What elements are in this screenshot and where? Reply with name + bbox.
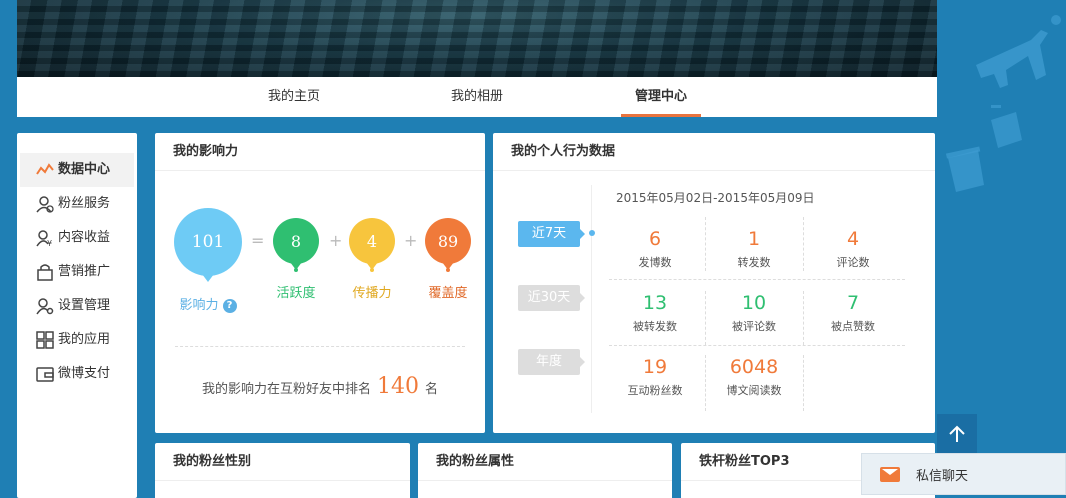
spread-label: 传播力: [352, 286, 392, 301]
sidebar-item-label: 营销推广: [58, 264, 111, 279]
sidebar-item-label: 我的应用: [58, 332, 111, 347]
fans-gender-title: 我的粉丝性别: [155, 443, 410, 481]
coverage-label: 覆盖度: [428, 286, 468, 301]
influence-rank: 我的影响力在互粉好友中排名 140 名: [155, 374, 485, 399]
tab-my-home[interactable]: 我的主页: [264, 77, 324, 117]
divider: [609, 345, 905, 346]
influence-coverage: 89 覆盖度: [425, 218, 471, 301]
period-30-days[interactable]: 近30天: [518, 285, 585, 311]
scroll-to-top-button[interactable]: [937, 414, 977, 454]
influence-total-value: 101: [174, 208, 242, 276]
help-icon[interactable]: ?: [222, 298, 237, 313]
date-range: 2015年05月02日-2015年05月09日: [616, 191, 815, 205]
sidebar-item-my-apps[interactable]: 我的应用: [20, 323, 134, 357]
behavior-panel: 我的个人行为数据 近7天 近30天 年度 2015年05月02日-2015年05…: [493, 133, 935, 433]
sidebar-item-label: 粉丝服务: [58, 196, 111, 211]
profile-nav-bar: 我的主页 我的相册 管理中心: [17, 77, 937, 117]
income-icon: ¥: [34, 227, 56, 249]
plus-sign: +: [329, 231, 343, 250]
private-chat-button[interactable]: 私信聊天: [861, 453, 1066, 495]
stat-liked: 7 被点赞数: [831, 292, 875, 333]
behavior-title: 我的个人行为数据: [493, 133, 935, 171]
rank-suffix: 名: [425, 382, 439, 397]
fans-gender-panel: 我的粉丝性别: [155, 443, 410, 498]
stat-posts: 6 发博数: [638, 228, 672, 269]
period-7-days[interactable]: 近7天: [518, 221, 585, 247]
activity-label: 活跃度: [276, 286, 316, 301]
coverage-value: 89: [425, 218, 471, 264]
sidebar-item-settings[interactable]: 设置管理: [20, 289, 134, 323]
divider: [803, 355, 804, 411]
rank-prefix: 我的影响力在互粉好友中排名: [201, 382, 371, 397]
arrow-up-icon: [949, 425, 965, 442]
svg-text:¥: ¥: [47, 239, 52, 247]
private-chat-label: 私信聊天: [916, 468, 969, 484]
sidebar-item-marketing[interactable]: 营销推广: [20, 255, 134, 289]
influence-panel: 我的影响力 101 影响力? = 8 活跃度 + 4 传播力 + 89 覆盖度 …: [155, 133, 485, 433]
tab-my-album[interactable]: 我的相册: [447, 77, 507, 117]
stat-reposted: 13 被转发数: [633, 292, 677, 333]
rank-value: 140: [377, 374, 419, 399]
trend-icon: [34, 159, 56, 181]
travel-decoration-icon: [945, 15, 1061, 192]
stat-comments: 4 评论数: [836, 228, 870, 269]
sidebar-item-label: 微博支付: [58, 366, 111, 381]
divider: [175, 346, 465, 347]
tab-management-center[interactable]: 管理中心: [621, 77, 701, 117]
sidebar-item-label: 内容收益: [58, 230, 111, 245]
stat-interactive-fans: 19 互动粉丝数: [627, 356, 683, 397]
sidebar-item-weibo-pay[interactable]: 微博支付: [20, 357, 134, 391]
stat-reposts: 1 转发数: [737, 228, 771, 269]
plus-sign: +: [404, 231, 418, 250]
fans-attr-panel: 我的粉丝属性: [418, 443, 672, 498]
envelope-icon: [880, 466, 900, 482]
activity-value: 8: [273, 218, 319, 264]
influence-activity: 8 活跃度: [273, 218, 319, 301]
stat-reads: 6048 博文阅读数: [726, 356, 782, 397]
influence-title: 我的影响力: [155, 133, 485, 171]
sidebar-item-data-center[interactable]: 数据中心: [20, 153, 134, 187]
wallet-icon: [34, 363, 56, 385]
period-year[interactable]: 年度: [518, 349, 585, 375]
divider: [609, 279, 905, 280]
sidebar-item-label: 数据中心: [58, 162, 111, 177]
influence-spread: 4 传播力: [349, 218, 395, 301]
bag-icon: [34, 261, 56, 283]
profile-cover-banner: [17, 0, 937, 77]
timeline-line: [591, 185, 592, 413]
apps-grid-icon: [34, 329, 56, 351]
sidebar-item-content-income[interactable]: ¥ 内容收益: [20, 221, 134, 255]
fans-service-icon: [34, 193, 56, 215]
influence-total-label: 影响力: [179, 298, 219, 313]
stat-commented: 10 被评论数: [732, 292, 776, 333]
management-sidebar: 数据中心 粉丝服务 ¥ 内容收益 营销推广 设置管理 我的应用 微博支付: [17, 133, 137, 498]
fans-attr-title: 我的粉丝属性: [418, 443, 672, 481]
sidebar-item-fans-service[interactable]: 粉丝服务: [20, 187, 134, 221]
equals-sign: =: [251, 231, 265, 250]
sidebar-item-label: 设置管理: [58, 298, 111, 313]
spread-value: 4: [349, 218, 395, 264]
influence-total: 101 影响力?: [174, 208, 242, 313]
timeline-dot: [589, 230, 595, 236]
settings-user-icon: [34, 295, 56, 317]
